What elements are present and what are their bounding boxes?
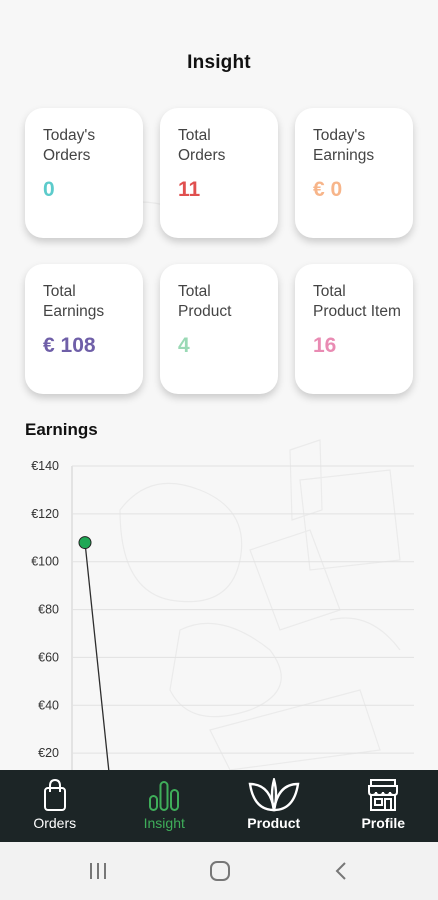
y-tick-label: €140 bbox=[31, 459, 59, 473]
y-tick-label: €120 bbox=[31, 507, 59, 521]
nav-item-profile[interactable]: Profile bbox=[329, 770, 438, 842]
data-point-marker[interactable] bbox=[78, 536, 92, 550]
nav-item-insight[interactable]: Insight bbox=[110, 770, 220, 842]
shopping-bag-icon bbox=[43, 778, 66, 811]
stat-card-total-product-item[interactable]: Total Product Item 16 bbox=[295, 264, 413, 394]
home-icon[interactable] bbox=[208, 859, 232, 883]
stat-card-todays-orders[interactable]: Today's Orders 0 bbox=[25, 108, 143, 238]
bar-chart-icon bbox=[149, 781, 180, 811]
y-tick-label: €40 bbox=[38, 698, 59, 712]
stat-card-label: Total Orders bbox=[178, 127, 226, 164]
stat-card-total-earnings[interactable]: Total Earnings € 108 bbox=[25, 264, 143, 394]
stat-card-label: Today's Earnings bbox=[313, 127, 375, 164]
system-navigation-bar bbox=[0, 842, 438, 900]
stat-card-total-orders[interactable]: Total Orders 11 bbox=[160, 108, 278, 238]
stat-card-total-product[interactable]: Total Product 4 bbox=[160, 264, 278, 394]
stat-card-label: Total Earnings bbox=[43, 283, 105, 320]
y-tick-label: €20 bbox=[38, 746, 59, 760]
nav-item-product[interactable]: Product bbox=[219, 770, 329, 842]
nav-label: Product bbox=[247, 815, 301, 831]
earnings-series-line bbox=[84, 542, 110, 770]
stat-card-value: 11 bbox=[178, 178, 201, 201]
y-tick-label: €60 bbox=[38, 650, 59, 664]
y-tick-label: €80 bbox=[38, 603, 59, 617]
stat-card-label: Total Product bbox=[178, 283, 232, 320]
stat-card-value: € 0 bbox=[313, 178, 343, 201]
nav-item-orders[interactable]: Orders bbox=[0, 770, 110, 842]
y-tick-label: €100 bbox=[31, 555, 59, 569]
store-icon bbox=[368, 779, 399, 811]
stat-card-label: Total Product Item bbox=[313, 283, 401, 320]
status-bar bbox=[0, 0, 438, 36]
stat-card-value: 4 bbox=[178, 334, 190, 357]
stat-card-todays-earnings[interactable]: Today's Earnings € 0 bbox=[295, 108, 413, 238]
stat-card-value: 0 bbox=[43, 178, 55, 201]
leaf-icon bbox=[248, 778, 300, 812]
nav-label: Insight bbox=[143, 815, 185, 831]
bottom-navigation: Orders Insight Product Profile bbox=[0, 770, 438, 842]
back-icon[interactable] bbox=[330, 859, 354, 883]
nav-label: Profile bbox=[361, 815, 406, 831]
nav-label: Orders bbox=[33, 815, 77, 831]
stat-card-value: € 108 bbox=[43, 334, 96, 357]
stat-card-value: 16 bbox=[313, 334, 337, 357]
stat-card-label: Today's Orders bbox=[43, 127, 96, 164]
earnings-line-chart: €140 €120 €100 €80 €60 €40 €20 bbox=[31, 459, 414, 770]
earnings-section-title: Earnings bbox=[25, 420, 98, 439]
recent-apps-icon[interactable] bbox=[86, 859, 110, 883]
page-title: Insight bbox=[187, 52, 251, 73]
